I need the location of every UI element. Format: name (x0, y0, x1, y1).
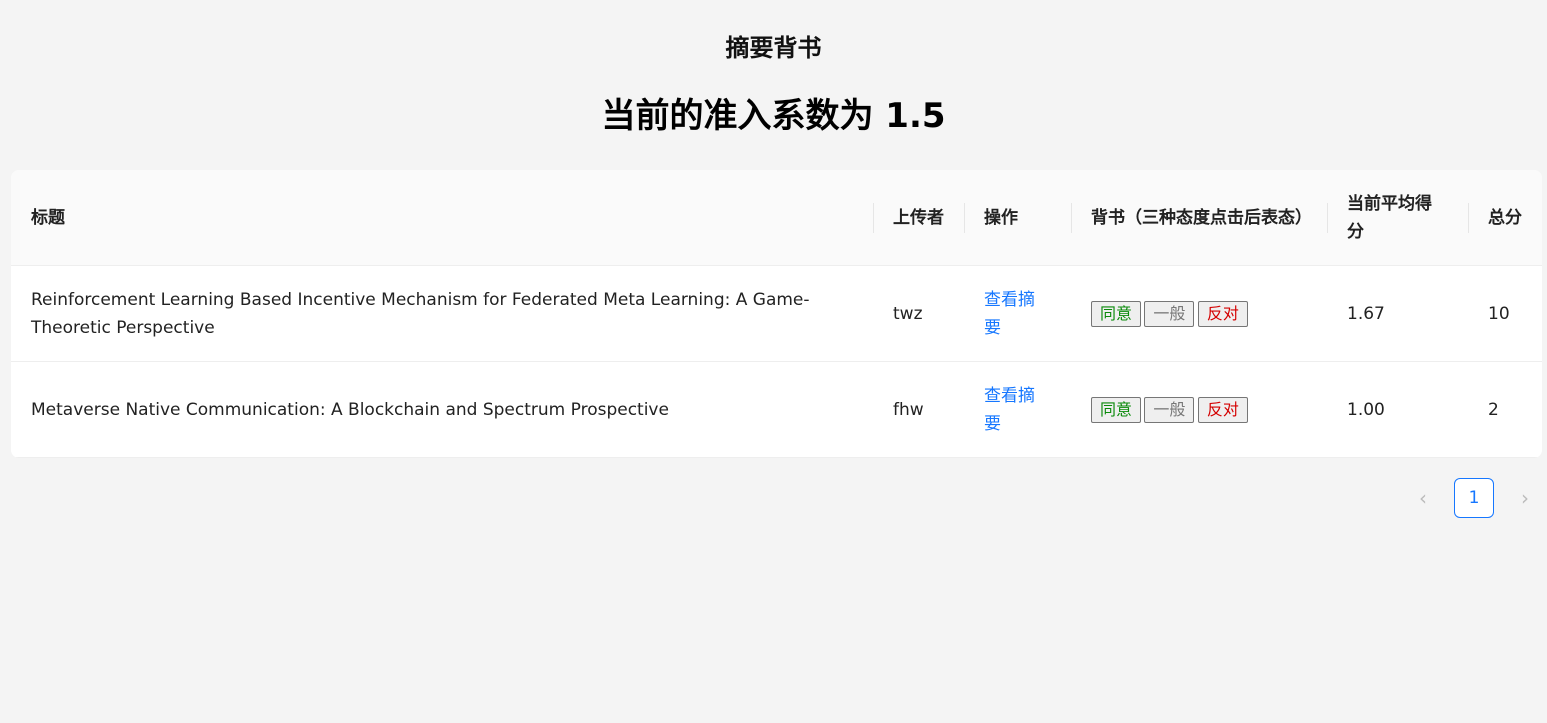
chevron-right-icon[interactable]: › (1506, 478, 1544, 518)
uploader-name: twz (873, 265, 964, 362)
column-header-title: 标题 (11, 170, 873, 266)
column-header-action: 操作 (964, 170, 1071, 266)
endorsement-table: 标题 上传者 操作 背书（三种态度点击后表态） 当前平均得分 总分 Reinfo… (11, 170, 1542, 458)
average-score: 1.00 (1327, 361, 1468, 458)
column-header-total: 总分 (1468, 170, 1542, 266)
neutral-button[interactable]: 一般 (1144, 300, 1195, 327)
paper-title: Metaverse Native Communication: A Blockc… (11, 361, 873, 458)
total-score: 2 (1468, 361, 1542, 458)
chevron-left-icon[interactable]: ‹ (1404, 478, 1442, 518)
uploader-name: fhw (873, 361, 964, 458)
page-button-current[interactable]: 1 (1454, 478, 1494, 518)
agree-button[interactable]: 同意 (1091, 396, 1142, 423)
endorsement-buttons: 同意 一般 反对 (1071, 265, 1327, 362)
oppose-button[interactable]: 反对 (1197, 396, 1248, 423)
page-title: 当前的准入系数为 1.5 (601, 96, 946, 136)
average-score: 1.67 (1327, 265, 1468, 362)
agree-button[interactable]: 同意 (1091, 300, 1142, 327)
table-row: Reinforcement Learning Based Incentive M… (11, 265, 1542, 362)
oppose-button[interactable]: 反对 (1197, 300, 1248, 327)
page-subtitle: 摘要背书 (725, 34, 822, 62)
view-abstract-link[interactable]: 查看摘要 (984, 386, 1035, 434)
paper-title: Reinforcement Learning Based Incentive M… (11, 265, 873, 362)
pagination: ‹ 1 › (1404, 478, 1544, 518)
total-score: 10 (1468, 265, 1542, 362)
table-row: Metaverse Native Communication: A Blockc… (11, 361, 1542, 458)
column-header-avg-score: 当前平均得分 (1327, 170, 1468, 266)
view-abstract-link[interactable]: 查看摘要 (984, 290, 1035, 338)
column-header-endorsement: 背书（三种态度点击后表态） (1071, 170, 1327, 266)
table-header-row: 标题 上传者 操作 背书（三种态度点击后表态） 当前平均得分 总分 (11, 170, 1542, 266)
neutral-button[interactable]: 一般 (1144, 396, 1195, 423)
endorsement-buttons: 同意 一般 反对 (1071, 361, 1327, 458)
column-header-uploader: 上传者 (873, 170, 964, 266)
